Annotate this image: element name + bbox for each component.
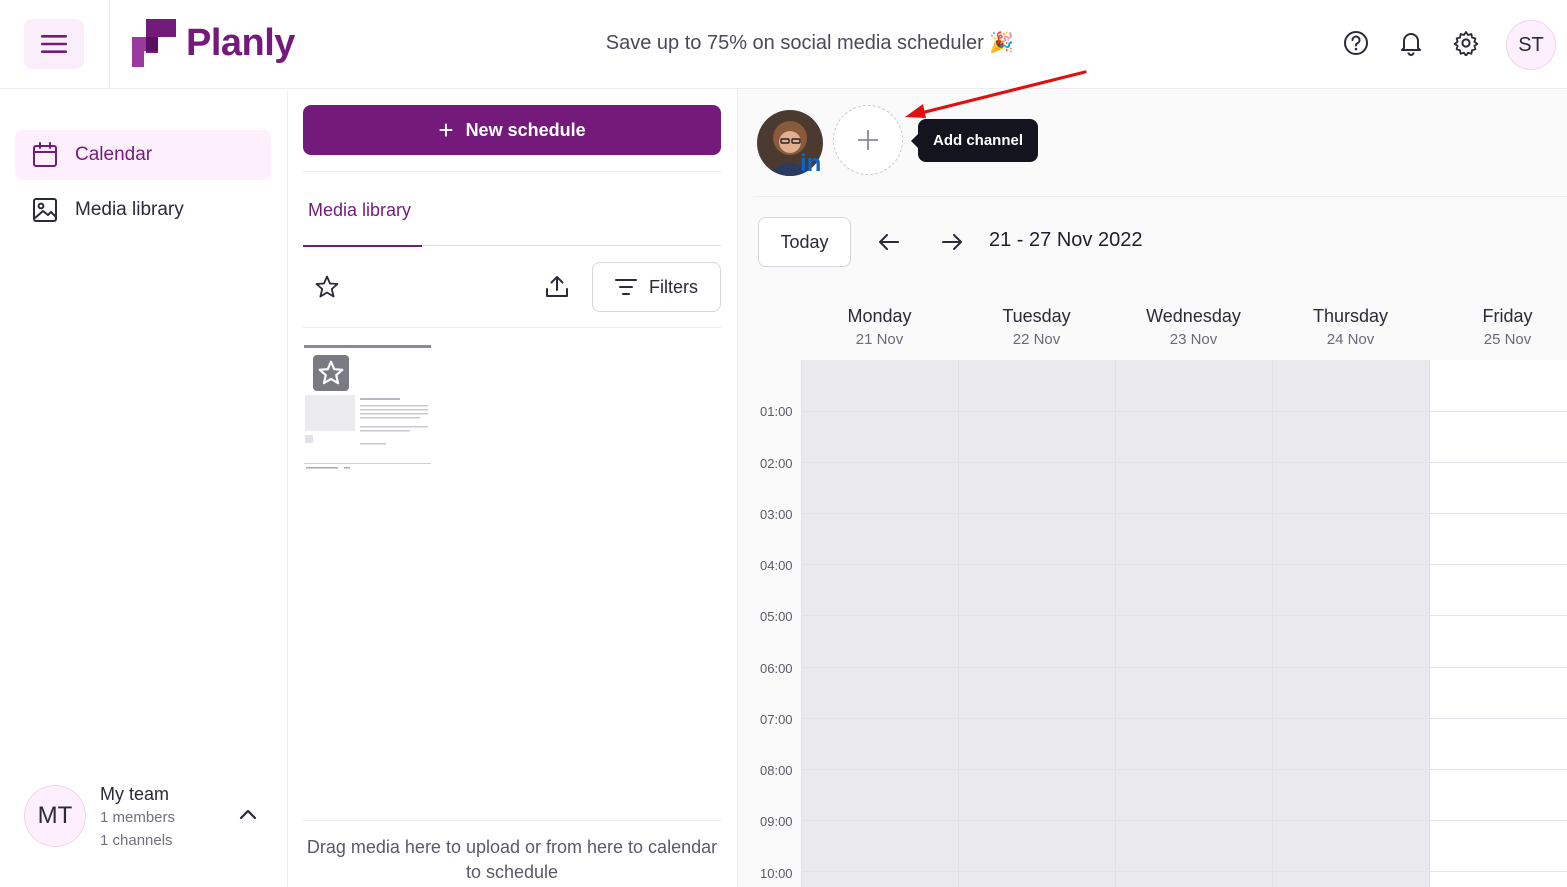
arrow-right-icon[interactable]: [939, 229, 965, 255]
top-bar: Planly Save up to 75% on social media sc…: [0, 0, 1567, 89]
media-panel: + New schedule Media library Filters Dra…: [288, 90, 738, 887]
media-thumbnail[interactable]: [304, 345, 431, 472]
hour-line: [801, 769, 1567, 770]
hour-line: [801, 513, 1567, 514]
filter-icon: [615, 278, 637, 296]
hour-label: 04:00: [760, 558, 793, 573]
divider: [303, 327, 721, 328]
header-divider: [109, 0, 110, 89]
notifications-button[interactable]: [1397, 29, 1425, 57]
team-channels-count: 1 channels: [100, 832, 173, 849]
day-date: 23 Nov: [1169, 331, 1218, 348]
hour-line: [801, 718, 1567, 719]
promo-banner[interactable]: Save up to 75% on social media scheduler…: [560, 30, 1060, 55]
logo-text: Planly: [186, 21, 295, 64]
filters-button[interactable]: Filters: [592, 262, 721, 312]
user-avatar[interactable]: ST: [1506, 20, 1556, 70]
hour-line: [801, 615, 1567, 616]
document-preview-image: [304, 393, 431, 472]
hour-label: 01:00: [760, 404, 793, 419]
day-header-wednesday: Wednesday 23 Nov: [1115, 306, 1272, 348]
hour-label: 03:00: [760, 507, 793, 522]
annotation-arrow-icon: [905, 70, 1087, 118]
day-column-friday[interactable]: [1429, 360, 1567, 887]
day-name: Tuesday: [1002, 306, 1071, 326]
day-column-tuesday[interactable]: [958, 360, 1115, 887]
day-column-thursday[interactable]: [1272, 360, 1429, 887]
hour-label: 08:00: [760, 763, 793, 778]
sidebar-item-calendar[interactable]: Calendar: [15, 130, 271, 180]
help-button[interactable]: [1342, 29, 1370, 57]
settings-button[interactable]: [1452, 29, 1480, 57]
day-date: 24 Nov: [1326, 331, 1375, 348]
upload-icon[interactable]: [544, 274, 570, 300]
day-header-tuesday: Tuesday 22 Nov: [958, 306, 1115, 348]
hour-label: 02:00: [760, 456, 793, 471]
divider: [303, 171, 721, 172]
linkedin-icon: in: [800, 150, 822, 177]
plus-icon: +: [438, 115, 454, 145]
team-switcher[interactable]: MT My team 1 members 1 channels: [24, 784, 274, 855]
day-date: 25 Nov: [1483, 331, 1532, 348]
hour-line: [801, 871, 1567, 872]
day-date: 22 Nov: [1012, 331, 1061, 348]
team-members-count: 1 members: [100, 809, 176, 826]
date-range-label: 21 - 27 Nov 2022: [989, 229, 1143, 251]
sidebar: Calendar Media library MT My team 1 memb…: [0, 90, 288, 887]
hour-line: [801, 411, 1567, 412]
tab-label: Media library: [308, 200, 412, 220]
help-icon: [1344, 31, 1368, 55]
divider: [303, 820, 721, 821]
hour-label: 09:00: [760, 814, 793, 829]
hour-line: [801, 564, 1567, 565]
favorites-filter-star-icon[interactable]: [314, 274, 340, 300]
add-channel-button[interactable]: [833, 105, 903, 175]
planly-logo-icon: [132, 19, 176, 67]
day-name: Friday: [1482, 306, 1533, 326]
gear-icon: [1453, 31, 1479, 56]
hour-label: 06:00: [760, 661, 793, 676]
hour-label: 05:00: [760, 609, 793, 624]
hour-label: 07:00: [760, 712, 793, 727]
team-name: My team: [100, 784, 170, 804]
chevron-up-icon[interactable]: [236, 803, 260, 827]
add-channel-tooltip: Add channel: [910, 119, 1039, 162]
team-avatar: MT: [24, 785, 86, 847]
sidebar-item-label: Calendar: [75, 144, 153, 165]
calendar-panel: in Add channel Today 21 - 27 Nov 2022 Mo…: [738, 90, 1567, 887]
sidebar-item-media-library[interactable]: Media library: [15, 185, 271, 235]
menu-icon: [41, 35, 67, 53]
day-date: 21 Nov: [855, 331, 904, 348]
arrow-left-icon[interactable]: [876, 229, 902, 255]
filters-label: Filters: [649, 276, 698, 297]
day-name: Thursday: [1312, 306, 1389, 326]
menu-button[interactable]: [24, 19, 84, 69]
day-column-wednesday[interactable]: [1115, 360, 1272, 887]
sidebar-item-label: Media library: [75, 199, 184, 220]
hour-line: [801, 462, 1567, 463]
day-header-thursday: Thursday 24 Nov: [1272, 306, 1429, 348]
plus-icon: [858, 130, 878, 150]
today-button[interactable]: Today: [758, 217, 851, 267]
planly-logo[interactable]: Planly: [128, 17, 295, 69]
bell-icon: [1401, 33, 1421, 56]
divider: [753, 196, 1567, 197]
day-column-monday[interactable]: [801, 360, 958, 887]
day-header-friday: Friday 25 Nov: [1429, 306, 1567, 348]
star-icon[interactable]: [313, 355, 349, 391]
calendar-icon: [31, 141, 59, 169]
hour-label: 10:00: [760, 866, 793, 881]
day-name: Wednesday: [1146, 306, 1241, 326]
hour-line: [801, 667, 1567, 668]
calendar-grid: [801, 360, 1567, 887]
day-header-monday: Monday 21 Nov: [801, 306, 958, 348]
tab-media-library[interactable]: Media library: [303, 197, 422, 247]
tab-underline: [422, 245, 721, 246]
new-schedule-label: New schedule: [465, 119, 586, 140]
drop-zone-hint[interactable]: Drag media here to upload or from here t…: [303, 835, 721, 885]
day-name: Monday: [847, 306, 912, 326]
image-icon: [31, 196, 59, 224]
new-schedule-button[interactable]: + New schedule: [303, 105, 721, 155]
hour-line: [801, 820, 1567, 821]
